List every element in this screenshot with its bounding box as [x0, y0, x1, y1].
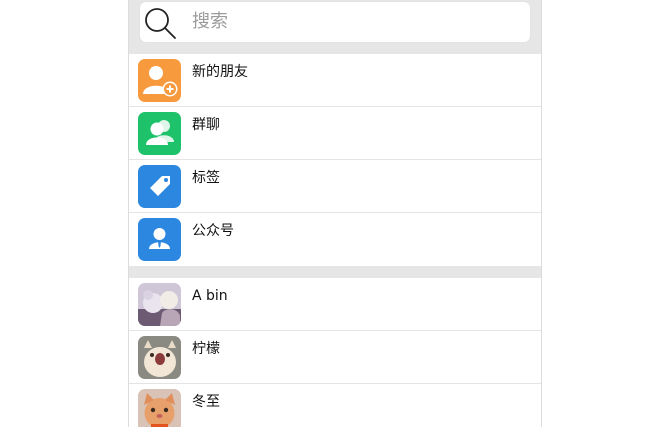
official-accounts-item[interactable]: 公众号 [129, 213, 541, 266]
add-friend-icon [138, 59, 181, 102]
new-friends-item[interactable]: 新的朋友 [129, 54, 541, 107]
group-chat-icon [138, 112, 181, 155]
contact-name: A bin [192, 288, 228, 304]
contact-item[interactable]: 柠檬 [129, 331, 541, 384]
official-account-icon [138, 218, 181, 261]
tag-icon [138, 165, 181, 208]
cat-photo-avatar [138, 389, 181, 427]
cat-photo-avatar [138, 336, 181, 379]
tags-label: 标签 [192, 170, 220, 186]
contact-item[interactable]: 冬至 [129, 384, 541, 427]
tags-item[interactable]: 标签 [129, 160, 541, 213]
group-chat-label: 群聊 [192, 117, 220, 133]
photo-avatar [138, 283, 181, 326]
contact-name: 柠檬 [192, 341, 220, 357]
search-placeholder: 搜索 [192, 11, 228, 32]
new-friends-label: 新的朋友 [192, 64, 248, 80]
group-chat-item[interactable]: 群聊 [129, 107, 541, 160]
function-list: 新的朋友 群聊 标签 公众号 [129, 54, 541, 266]
search-bar[interactable]: 搜索 [139, 1, 531, 43]
official-accounts-label: 公众号 [192, 223, 234, 239]
search-icon [145, 8, 176, 39]
contact-item[interactable]: A bin [129, 278, 541, 331]
contacts-screen: 搜索 新的朋友 群聊 标签 公众号 A bin 柠檬 冬至 [128, 0, 542, 427]
contact-list: A bin 柠檬 冬至 [129, 278, 541, 427]
contact-name: 冬至 [192, 394, 220, 410]
